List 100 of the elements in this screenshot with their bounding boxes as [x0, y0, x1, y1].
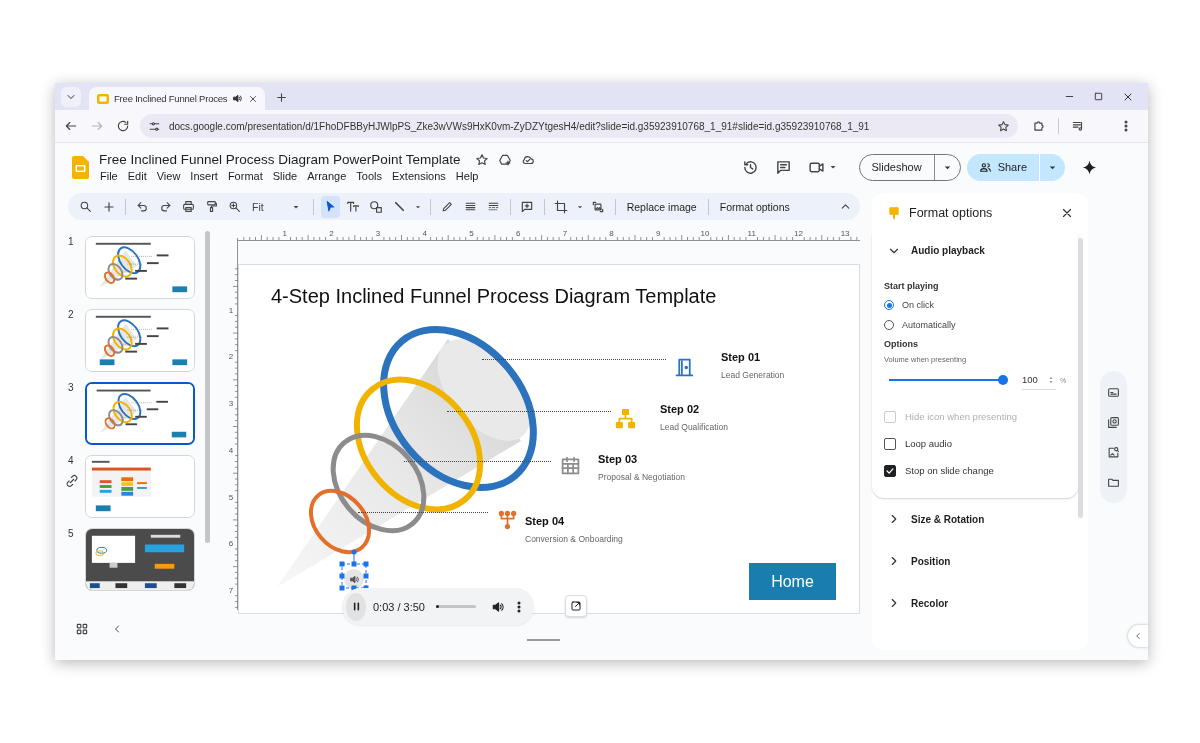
image-search-icon[interactable] [1107, 445, 1120, 459]
menu-item[interactable]: Edit [126, 170, 148, 182]
zoom-icon[interactable] [228, 200, 241, 213]
menu-item[interactable]: File [99, 170, 119, 182]
comment-icon[interactable] [774, 158, 792, 176]
grid-view-icon[interactable] [75, 622, 89, 636]
menu-item[interactable]: Insert [189, 170, 219, 182]
checkbox[interactable] [884, 464, 896, 477]
bookmark-star-icon[interactable] [997, 119, 1010, 133]
menu-item[interactable]: Slide [271, 170, 299, 182]
slide-number: 4 [68, 455, 75, 466]
share-button[interactable]: Share [966, 153, 1040, 181]
speaker-icon[interactable] [232, 93, 244, 104]
document-title[interactable]: Free Inclined Funnel Process Diagram PowerPoint Template [99, 152, 461, 167]
new-tab-icon[interactable] [275, 91, 288, 104]
undo-icon[interactable] [136, 200, 149, 213]
menu-item[interactable]: Format [226, 170, 264, 182]
ruler-number: 5 [469, 229, 474, 238]
menu-item[interactable]: Help [454, 170, 480, 182]
step-subtitle: Conversion & Onboarding [525, 534, 623, 544]
audio-icon[interactable] [344, 569, 364, 589]
zoom-select[interactable]: Fit [248, 195, 306, 218]
radio-label: On click [902, 300, 934, 310]
checkbox-label: Loop audio [905, 438, 953, 449]
checkbox[interactable] [884, 437, 896, 450]
format-options-button[interactable]: Format options [715, 200, 794, 213]
section-header[interactable]: Position [872, 540, 1088, 582]
section-header[interactable]: Recolor [872, 582, 1088, 624]
address-bar[interactable]: docs.google.com/presentation/d/1FhoDFBByHJWlpPS_Zke3wVWs9HxK0vm-ZyDZYtgesH4/edit?slide=id.g35923910768_1_91#slide=id.g35923910768_1_91 [140, 114, 1018, 138]
border-weight-icon[interactable] [463, 200, 477, 213]
link-icon[interactable] [65, 474, 79, 488]
ruler-number: 4 [228, 445, 234, 455]
text-box-icon[interactable] [346, 199, 361, 214]
slider-thumb[interactable] [998, 375, 1008, 385]
section-header[interactable]: Audio playback [872, 233, 1078, 268]
star-icon[interactable] [475, 152, 490, 167]
slide-number: 1 [68, 236, 75, 247]
menu-item[interactable]: Tools [355, 170, 383, 182]
section-header[interactable]: Size & Rotation [872, 498, 1088, 540]
chevron-left-icon [1133, 631, 1143, 641]
history-icon[interactable] [741, 158, 759, 176]
ruler-number: 2 [228, 352, 234, 362]
scrollbar[interactable] [205, 231, 210, 543]
url-text: docs.google.com/presentation/d/1FhoDFBByHJWlpPS_Zke3wVWs9HxK0vm-ZyDZYtgesH4/edit?slide=id.g35923910768_1_91#slide=id.g35923910768_1_91 [169, 120, 871, 132]
home-button[interactable]: Home [749, 563, 836, 600]
plus-icon[interactable] [101, 199, 116, 214]
shapes-icon[interactable] [369, 199, 384, 214]
move-to-drive-icon[interactable] [498, 152, 513, 167]
volume-field[interactable]: 100 [1022, 370, 1056, 390]
crop-icon[interactable] [554, 199, 569, 214]
slide-thumbnail[interactable] [85, 382, 195, 445]
browser-tab[interactable]: Free Inclined Funnel Proces [89, 87, 265, 110]
menu-item[interactable]: View [155, 170, 182, 182]
scrollbar[interactable] [1078, 238, 1083, 518]
select-tool-button[interactable] [320, 195, 340, 218]
music-queue-icon [1071, 119, 1085, 133]
group-label: Options [884, 338, 919, 351]
slideshow-button[interactable]: Slideshow [859, 154, 935, 180]
volume-icon[interactable] [491, 599, 505, 614]
caption-icon[interactable] [1107, 385, 1120, 399]
open-in-new-icon [570, 600, 582, 612]
pencil-icon[interactable] [440, 200, 454, 213]
menu-item[interactable]: Arrange [306, 170, 348, 182]
menu-item[interactable]: Extensions [391, 170, 447, 182]
ruler-number: 1 [282, 229, 287, 238]
step-subtitle: Lead Generation [721, 370, 785, 380]
replace-image-icon[interactable] [591, 199, 606, 214]
image-layers-icon[interactable] [1107, 415, 1120, 429]
tab-title: Free Inclined Funnel Proces [114, 93, 228, 104]
redo-icon[interactable] [159, 200, 172, 213]
slides-logo-icon [97, 92, 109, 105]
border-dash-icon[interactable] [486, 200, 500, 213]
forward-icon [90, 119, 104, 133]
ruler-number: 1 [228, 305, 234, 315]
ruler-number: 10 [700, 229, 710, 238]
print-icon[interactable] [182, 200, 195, 213]
add-comment-icon[interactable] [520, 199, 535, 214]
replace-image-button[interactable]: Replace image [622, 200, 701, 213]
step-subtitle: Proposal & Negotiation [598, 472, 685, 482]
sparkle-icon[interactable] [1081, 158, 1098, 176]
checkbox-label: Hide icon when presenting [905, 411, 1017, 422]
close-icon[interactable] [1060, 206, 1074, 220]
step-subtitle: Lead Qualification [660, 422, 729, 432]
ruler-number: 2 [329, 229, 334, 238]
pause-button[interactable] [346, 592, 366, 621]
ruler-number: 3 [375, 229, 381, 238]
ruler-number: 8 [609, 229, 614, 238]
seek-bar[interactable] [436, 605, 476, 608]
site-settings-icon[interactable] [148, 119, 161, 133]
open-in-new-button[interactable] [565, 595, 587, 617]
slide-number: 3 [68, 382, 75, 393]
line-icon[interactable] [392, 200, 406, 213]
paint-roller-icon[interactable] [205, 200, 218, 213]
search-icon[interactable] [79, 200, 92, 213]
close-icon[interactable] [248, 93, 259, 104]
ruler-number: 6 [515, 229, 521, 238]
ruler-number: 12 [793, 229, 803, 238]
ruler-number: 7 [562, 229, 568, 238]
paint-brush-icon [887, 206, 901, 220]
back-icon [64, 119, 78, 133]
